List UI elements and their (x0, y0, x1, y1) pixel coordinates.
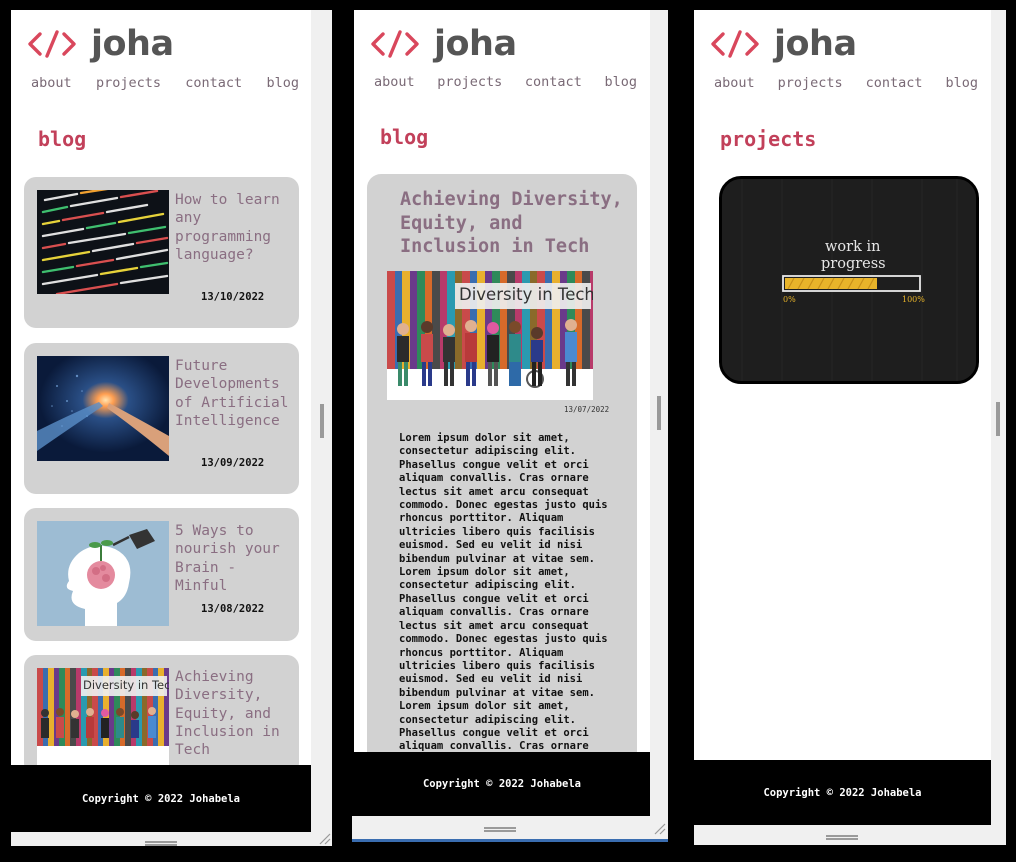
window-bottom-edge (352, 816, 668, 842)
card-title[interactable]: How to learn any programming language? (175, 191, 293, 264)
main-nav: about projects contact blog (714, 75, 978, 91)
wip-min-label: 0% (783, 295, 796, 304)
nav-blog[interactable]: blog (604, 74, 637, 90)
blog-card[interactable]: How to learn any programming language? 1… (24, 177, 299, 328)
nav-projects[interactable]: projects (437, 74, 502, 90)
code-brackets-icon (371, 30, 419, 58)
nav-projects[interactable]: projects (96, 75, 161, 91)
logo-text: joha (434, 24, 517, 64)
main-nav: about projects contact blog (374, 74, 637, 90)
article-body: Lorem ipsum dolor sit amet, consectetur … (399, 432, 608, 753)
page-title: projects (720, 127, 817, 151)
article-image-caption: Diversity in Tech (459, 285, 593, 304)
blog-card[interactable]: 5 Ways to nourish your Brain - Minful 13… (24, 508, 299, 641)
nav-contact[interactable]: contact (185, 75, 242, 91)
scrollbar[interactable] (991, 10, 1006, 832)
code-brackets-icon (711, 30, 759, 58)
site-logo[interactable]: joha (370, 24, 517, 64)
article-title: Achieving Diversity, Equity, and Inclusi… (400, 189, 623, 257)
article-date: 13/07/2022 (564, 405, 610, 414)
scrollbar[interactable] (311, 10, 332, 846)
card-date: 13/08/2022 (201, 603, 265, 615)
blog-article: Achieving Diversity, Equity, and Inclusi… (367, 174, 637, 774)
robot-hand-image (37, 356, 169, 461)
nav-contact[interactable]: contact (525, 74, 582, 90)
scroll-grip[interactable] (996, 402, 1000, 436)
site-logo[interactable]: joha (710, 24, 857, 64)
scroll-grip[interactable] (657, 396, 661, 430)
blog-article-panel: joha about projects contact blog blog Ac… (354, 10, 650, 816)
brain-watering-image (37, 521, 169, 626)
window-bottom-edge (11, 832, 332, 846)
nav-blog[interactable]: blog (945, 75, 978, 91)
site-footer: Copyright © 2022 Johabela (694, 760, 991, 825)
nav-about[interactable]: about (31, 75, 72, 91)
card-title[interactable]: 5 Ways to nourish your Brain - Minful (175, 522, 297, 595)
blog-card[interactable]: Future Developments of Artificial Intell… (24, 343, 299, 494)
resize-grip[interactable] (484, 827, 516, 832)
code-brackets-icon (28, 30, 76, 58)
work-in-progress-image: work in progress 0% 100% (719, 176, 979, 384)
nav-contact[interactable]: contact (866, 75, 923, 91)
wip-line-1: work in (825, 239, 881, 255)
scroll-grip[interactable] (320, 404, 324, 438)
nav-projects[interactable]: projects (778, 75, 843, 91)
article-image: Diversity in Tech (387, 271, 593, 400)
site-footer: Copyright © 2022 Johabela (354, 752, 650, 816)
logo-text: joha (774, 24, 857, 64)
page-title: blog (38, 127, 87, 151)
page-title: blog (380, 125, 429, 149)
thumb-caption: Diversity in Tech (83, 678, 169, 692)
resize-corner-icon[interactable] (653, 822, 667, 836)
scrollbar[interactable] (650, 10, 668, 818)
card-title[interactable]: Achieving Diversity, Equity, and Inclusi… (175, 668, 293, 759)
wip-line-2: progress (821, 256, 886, 272)
code-screen-image (37, 190, 169, 294)
resize-corner-icon[interactable] (318, 832, 332, 846)
nav-about[interactable]: about (714, 75, 755, 91)
projects-panel: joha about projects contact blog project… (694, 10, 991, 825)
nav-blog[interactable]: blog (266, 75, 299, 91)
blog-card[interactable]: Diversity in Tech Achieving Diversity, E… (24, 655, 299, 775)
main-nav: about projects contact blog (31, 75, 299, 91)
taskbar-edge (352, 839, 668, 842)
logo-text: joha (91, 24, 174, 64)
card-title[interactable]: Future Developments of Artificial Intell… (175, 357, 293, 430)
diversity-image: Diversity in Tech (37, 668, 169, 768)
window-bottom-edge (694, 825, 1006, 845)
nav-about[interactable]: about (374, 74, 415, 90)
site-logo[interactable]: joha (27, 24, 174, 64)
site-footer: Copyright © 2022 Johabela (11, 765, 311, 832)
card-date: 13/09/2022 (201, 457, 265, 469)
resize-grip[interactable] (826, 835, 858, 840)
card-date: 13/10/2022 (201, 291, 265, 303)
wip-max-label: 100% (902, 295, 925, 304)
blog-list-panel: joha about projects contact blog blog Ho… (11, 10, 311, 832)
resize-grip[interactable] (145, 841, 177, 846)
